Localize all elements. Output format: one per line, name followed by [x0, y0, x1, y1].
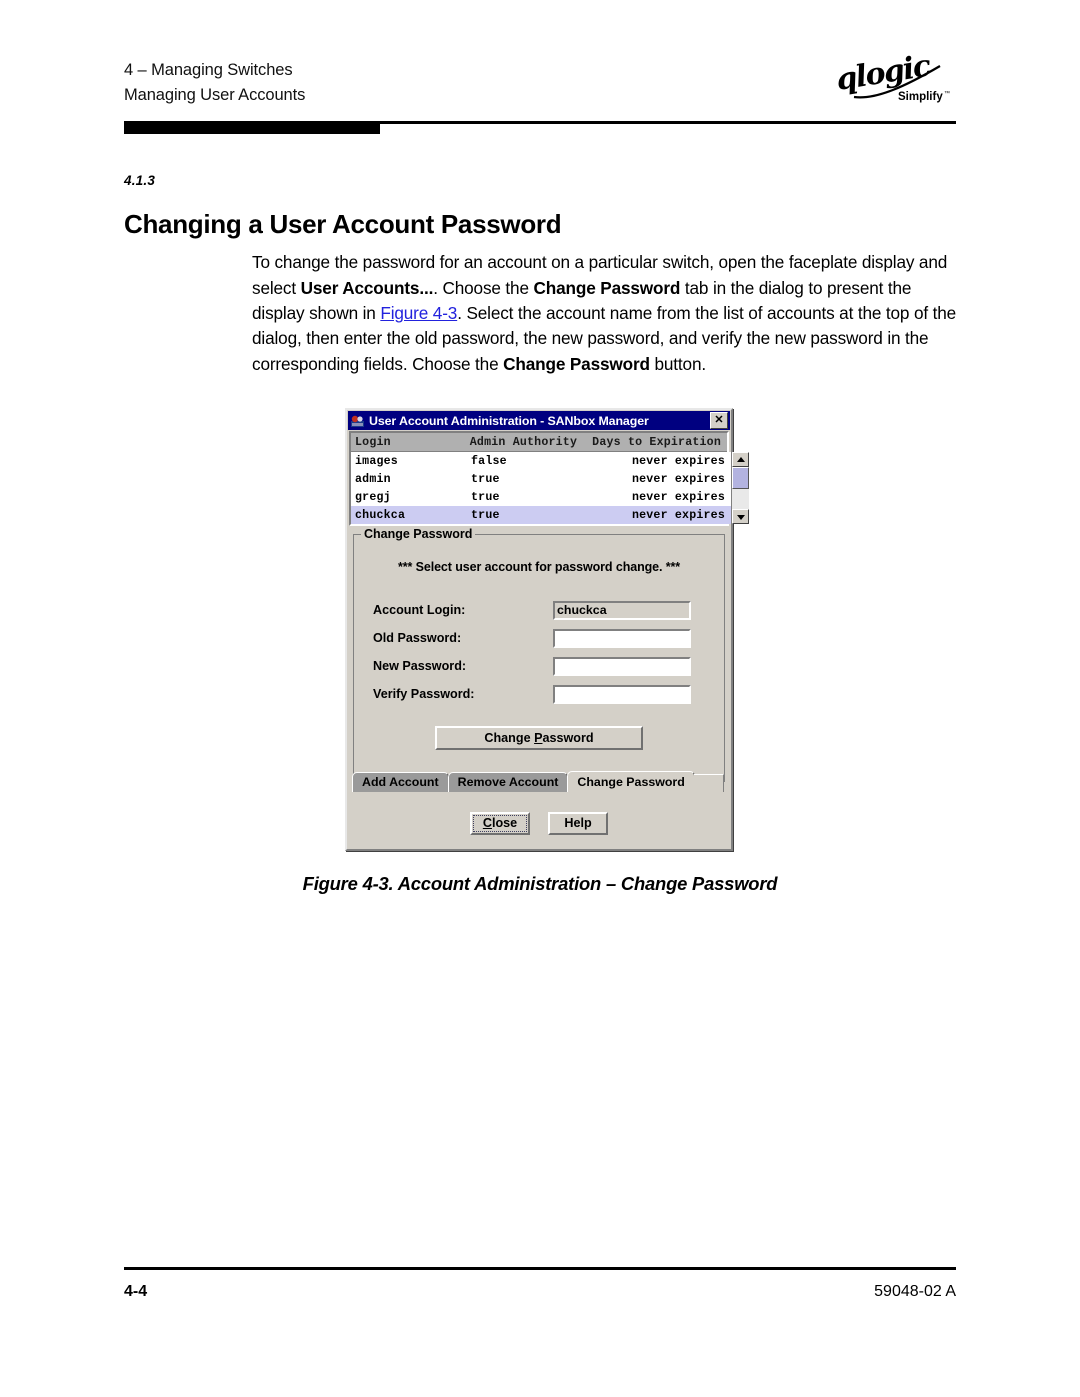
cell-expiration: never expires: [631, 472, 725, 486]
body-paragraph: To change the password for an account on…: [252, 250, 958, 377]
application-icon: [350, 413, 365, 428]
close-button-mnemonic: C: [482, 816, 492, 830]
field-row-old-password: Old Password:: [354, 624, 724, 652]
header-subsection: Managing User Accounts: [124, 86, 306, 104]
table-header-row: Login Admin Authority Days to Expiration: [351, 433, 727, 452]
footer-document-number: 59048-02 A: [874, 1283, 956, 1300]
figure-caption-text: Account Administration – Change Password: [393, 873, 778, 894]
figure-cross-reference-link[interactable]: Figure 4-3: [380, 303, 457, 323]
footer-page-number: 4-4: [124, 1283, 148, 1300]
label-old-password: Old Password:: [373, 631, 462, 645]
help-button[interactable]: Help: [548, 812, 608, 835]
column-header-days-to-expiration[interactable]: Days to Expiration: [583, 436, 727, 449]
para-text-2: . Choose the: [433, 277, 534, 298]
table-row[interactable]: gregj true never expires: [351, 488, 731, 506]
column-header-login[interactable]: Login: [351, 436, 470, 449]
tab-add-account[interactable]: Add Account: [352, 772, 449, 792]
qlogic-logo-icon: qlogic Simplify ™: [836, 50, 950, 103]
tab-remove-account[interactable]: Remove Account: [447, 772, 569, 792]
field-row-verify-password: Verify Password:: [354, 680, 724, 708]
old-password-field[interactable]: [553, 628, 691, 648]
field-row-account-login: Account Login:: [354, 596, 724, 624]
dialog-tabstrip: Add Account Remove Account Change Passwo…: [352, 770, 724, 792]
page-title: Changing a User Account Password: [124, 209, 562, 240]
cell-login: admin: [355, 472, 391, 486]
cell-authority: true: [471, 490, 500, 504]
label-verify-password: Verify Password:: [373, 687, 475, 701]
account-table: Login Admin Authority Days to Expiration…: [349, 431, 749, 526]
tab-change-password[interactable]: Change Password: [567, 771, 695, 792]
header-rule: [124, 121, 956, 135]
table-rows: images false never expires admin true ne…: [351, 452, 731, 524]
cell-expiration: never expires: [631, 490, 725, 504]
cell-authority: true: [471, 472, 500, 486]
footer-rule: [124, 1267, 956, 1270]
column-header-admin-authority[interactable]: Admin Authority: [470, 436, 583, 449]
cell-login: gregj: [355, 490, 391, 504]
para-bold-user-accounts: User Accounts...: [300, 277, 434, 298]
section-number: 4.1.3: [124, 173, 156, 188]
header-chapter: 4 – Managing Switches: [124, 61, 293, 79]
qlogic-logo: qlogic Simplify ™: [836, 50, 956, 112]
cell-login: chuckca: [355, 508, 406, 522]
verify-password-field[interactable]: [553, 684, 691, 704]
scrollbar-track[interactable]: [732, 467, 749, 509]
change-password-button-label-pre: Change: [484, 731, 535, 745]
table-row[interactable]: images false never expires: [351, 452, 731, 470]
group-title: Change Password: [361, 527, 476, 541]
figure-caption: Figure 4-3. Account Administration – Cha…: [124, 873, 956, 895]
instruction-note: *** Select user account for password cha…: [397, 560, 681, 574]
close-icon[interactable]: ✕: [710, 412, 728, 429]
figure-caption-number: Figure 4-3.: [302, 873, 394, 894]
label-new-password: New Password:: [373, 659, 467, 673]
change-password-button[interactable]: Change Password: [435, 726, 643, 750]
cell-expiration: never expires: [631, 454, 725, 468]
para-text-5: button.: [649, 353, 706, 374]
table-row-selected[interactable]: chuckca true never expires: [351, 506, 731, 524]
scrollbar-thumb[interactable]: [732, 467, 749, 489]
password-fields: Account Login: Old Password: New Passwor…: [354, 596, 724, 708]
dialog-titlebar: User Account Administration - SANbox Man…: [348, 411, 730, 430]
change-password-button-wrap: Change Password: [354, 726, 724, 750]
dialog-title: User Account Administration - SANbox Man…: [369, 413, 649, 428]
cell-expiration: never expires: [631, 508, 725, 522]
close-button-label: lose: [491, 816, 518, 830]
user-account-administration-dialog: User Account Administration - SANbox Man…: [345, 408, 749, 851]
cell-authority: false: [471, 454, 507, 468]
scroll-down-icon[interactable]: [732, 509, 749, 524]
para-bold-change-password-button: Change Password: [503, 353, 650, 374]
page-header: 4 – Managing Switches Managing User Acco…: [124, 50, 956, 108]
svg-text:Simplify: Simplify: [898, 91, 943, 103]
scroll-up-icon[interactable]: [732, 452, 749, 467]
label-account-login: Account Login:: [373, 603, 466, 617]
new-password-field[interactable]: [553, 656, 691, 676]
field-row-new-password: New Password:: [354, 652, 724, 680]
table-row[interactable]: admin true never expires: [351, 470, 731, 488]
cell-authority: true: [471, 508, 500, 522]
change-password-button-label-post: assword: [542, 731, 594, 745]
table-body: images false never expires admin true ne…: [351, 452, 749, 524]
cell-login: images: [355, 454, 398, 468]
para-bold-change-password-tab: Change Password: [533, 277, 681, 298]
svg-text:™: ™: [944, 90, 950, 97]
account-login-field[interactable]: [553, 600, 691, 620]
close-button[interactable]: Close: [470, 812, 530, 835]
dialog-footer-buttons: Close Help: [347, 812, 731, 835]
header-rule-thick: [124, 121, 380, 134]
vertical-scrollbar[interactable]: [731, 452, 749, 524]
tabstrip-filler: [693, 774, 724, 792]
change-password-group: Change Password *** Select user account …: [353, 527, 725, 782]
